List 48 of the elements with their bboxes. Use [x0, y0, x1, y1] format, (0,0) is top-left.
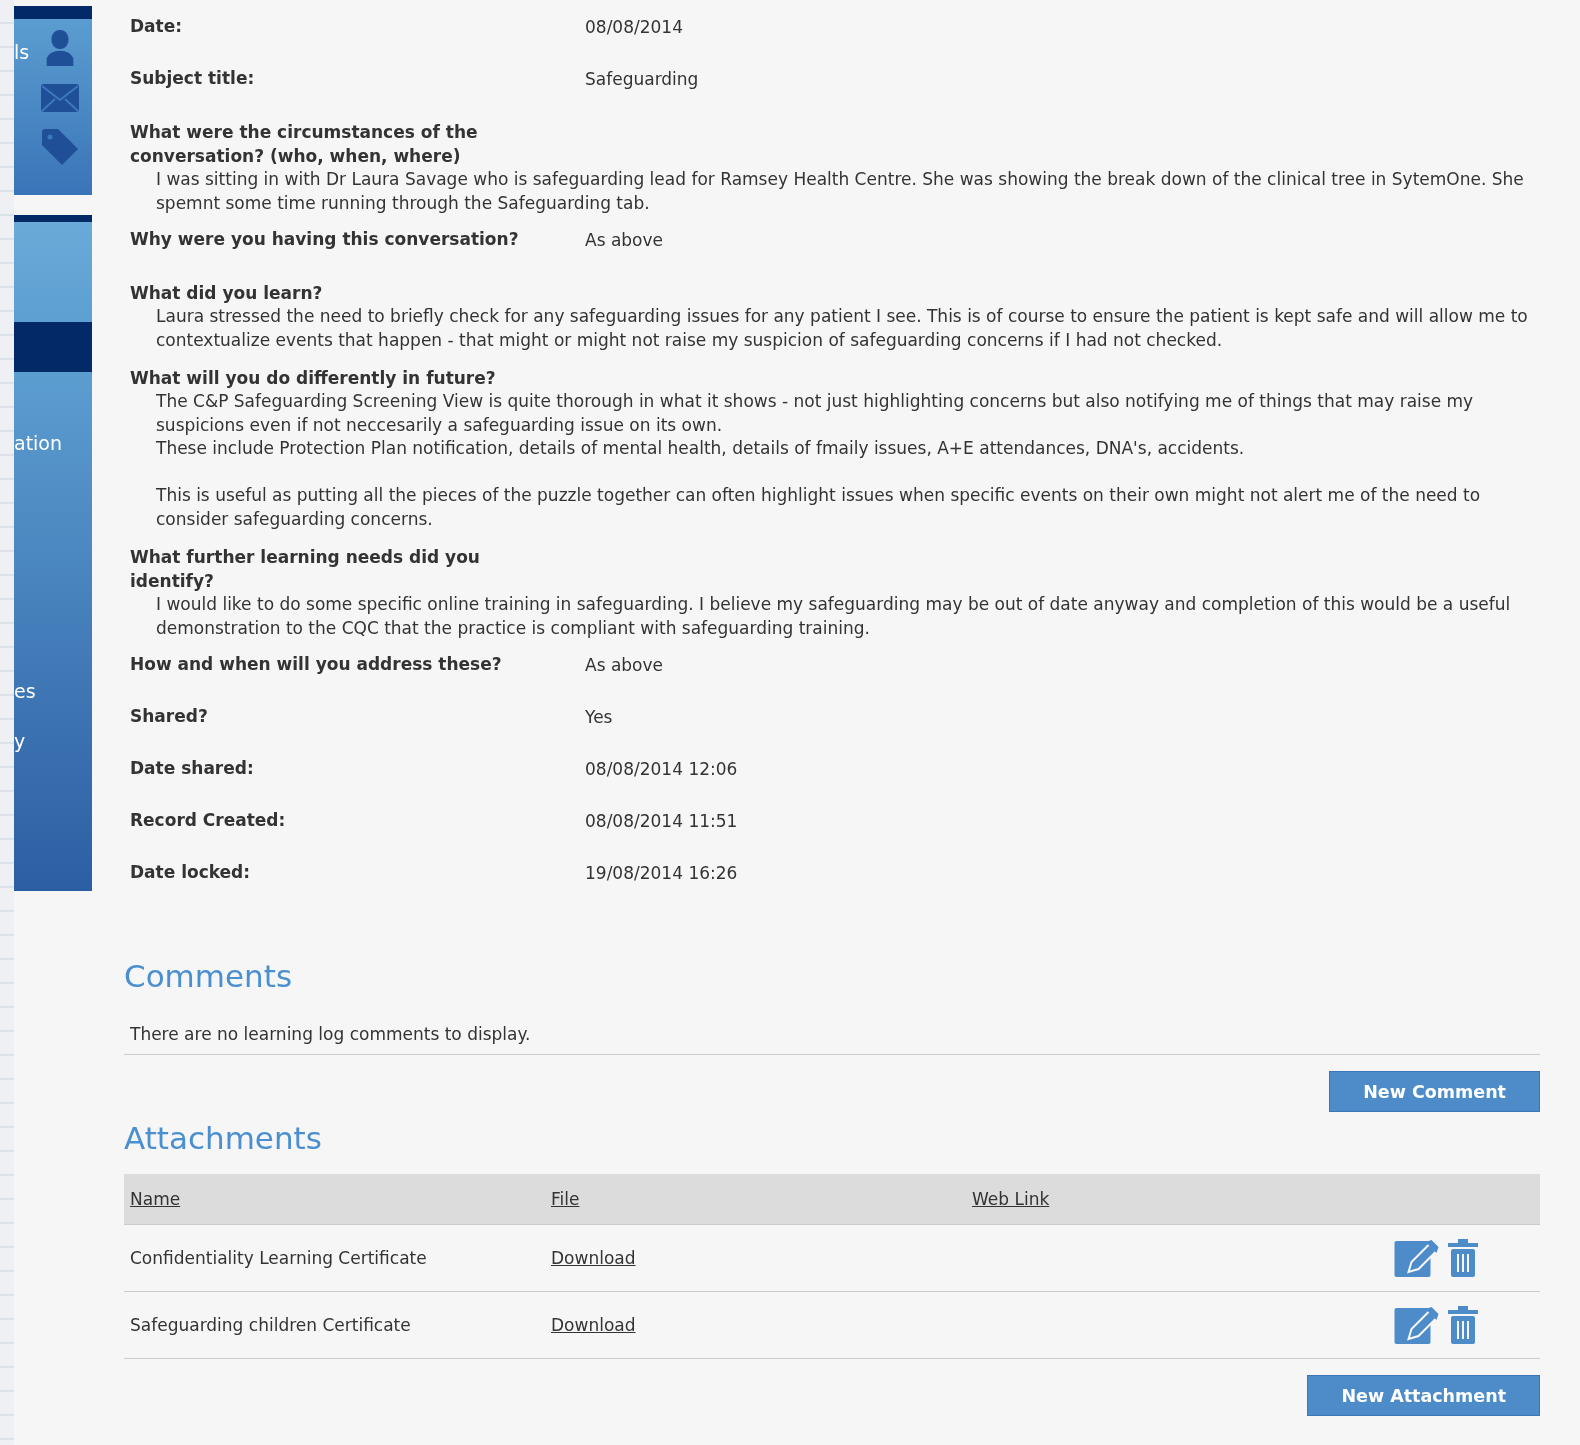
- field-value: I was sitting in with Dr Laura Savage who is safeguarding lead for Ramsey Health Centre. She was showing the break down of the clinical tree in SytemOne. She spemnt some time running through the Safeguarding tab.: [156, 168, 1525, 215]
- field-value: I would like to do some specific online training in safeguarding. I believe my safeguarding may be out of date anyway and completion of this would be a useful demonstration to the CQC that the practice is compliant with safeguarding training.: [156, 593, 1512, 640]
- field-value: This is useful as putting all the pieces of the puzzle together can often highlight issues when specific events on their own might not alert me of the need to consider safeguarding concerns.: [156, 484, 1482, 531]
- field-value: These include Protection Plan notification, details of mental health, details of fmaily issues, A+E attendances, DNA's, accidents.: [156, 437, 1246, 460]
- field-value: The C&P Safeguarding Screening View is quite thorough in what it shows - not just highlighting concerns but also notifying me of things that may raise my suspicions even if not neccesarily a safeguarding issue on its own.: [156, 390, 1475, 437]
- field-label: Date shared:: [129, 758, 255, 778]
- mail-icon[interactable]: [40, 83, 80, 113]
- field-value: As above: [585, 654, 664, 675]
- new-comment-button[interactable]: New Comment: [1329, 1071, 1540, 1112]
- field-label: Why were you having this conversation?: [129, 229, 520, 249]
- field-value: 08/08/2014 11:51: [585, 810, 738, 831]
- edit-icon[interactable]: [1394, 1306, 1441, 1344]
- new-attachment-button[interactable]: New Attachment: [1307, 1375, 1540, 1416]
- sidebar-label[interactable]: y: [14, 730, 26, 752]
- field-label: How and when will you address these?: [129, 654, 503, 674]
- table-cell-text: Safeguarding children Certificate: [129, 1315, 412, 1335]
- field-value: 19/08/2014 16:26: [585, 862, 738, 883]
- field-label: What did you learn?: [129, 282, 324, 305]
- table-cell-text: Confidentiality Learning Certificate: [129, 1248, 428, 1268]
- sidebar-label[interactable]: es: [14, 680, 36, 702]
- column-header[interactable]: File: [551, 1189, 972, 1209]
- empty-message: There are no learning log comments to display.: [124, 994, 1540, 1055]
- tag-icon[interactable]: [40, 127, 80, 167]
- field-label: Date:: [129, 16, 184, 36]
- field-label: Subject title:: [129, 68, 256, 88]
- field-label: Record Created:: [129, 810, 287, 830]
- field-label: What further learning needs did you identify?: [129, 546, 481, 593]
- field-value: 08/08/2014 12:06: [585, 758, 738, 779]
- field-value: Safeguarding: [585, 68, 699, 89]
- field-value: 08/08/2014: [585, 16, 683, 37]
- column-header[interactable]: Web Link: [972, 1189, 1540, 1209]
- field-label: What will you do differently in future?: [129, 367, 497, 390]
- delete-icon[interactable]: [1447, 1239, 1479, 1277]
- sidebar-label[interactable]: ls: [14, 41, 30, 63]
- field-label: Shared?: [129, 706, 209, 726]
- sidebar-label[interactable]: ation: [14, 432, 63, 454]
- section-heading: Attachments: [124, 1120, 323, 1156]
- section-heading: Comments: [124, 958, 294, 994]
- field-value: Yes: [585, 706, 613, 727]
- download-link[interactable]: Download: [551, 1248, 636, 1268]
- field-label: Date locked:: [129, 862, 252, 882]
- column-header[interactable]: Name: [124, 1189, 551, 1209]
- delete-icon[interactable]: [1447, 1306, 1479, 1344]
- field-label: What were the circumstances of the conversation? (who, when, where): [129, 121, 479, 168]
- edit-icon[interactable]: [1394, 1239, 1441, 1277]
- download-link[interactable]: Download: [551, 1315, 636, 1335]
- field-value: Laura stressed the need to briefly check for any safeguarding issues for any patient I see. This is of course to ensure the patient is kept safe and will allow me to contextualize events that happen - that might or might not raise my suspicion of safeguarding concerns if I had not checked.: [156, 305, 1529, 352]
- field-value: As above: [585, 229, 664, 250]
